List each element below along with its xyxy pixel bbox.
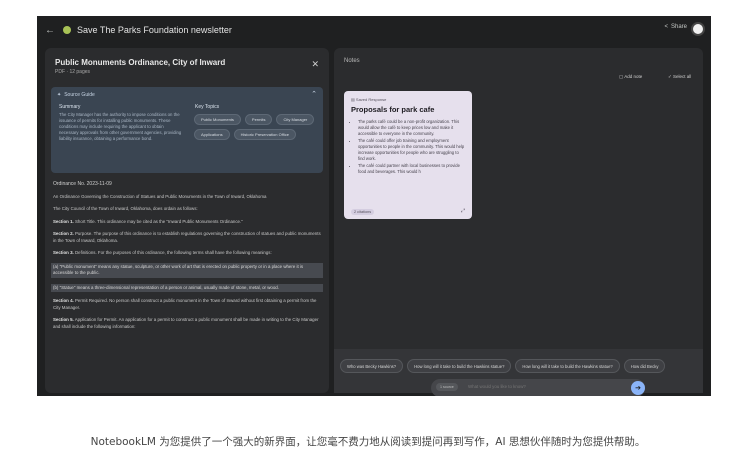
avatar[interactable]	[691, 22, 705, 36]
source-guide-label: Source Guide	[64, 92, 95, 98]
expand-icon[interactable]: ⤢	[461, 208, 465, 214]
topic-chip[interactable]: Applications	[194, 129, 230, 140]
source-panel: Public Monuments Ordinance, City of Inwa…	[45, 48, 329, 393]
source-header: Public Monuments Ordinance, City of Inwa…	[45, 48, 329, 79]
source-paragraph: Section 2. Purpose. The purpose of this …	[53, 231, 321, 243]
suggestions-fade	[663, 359, 695, 373]
notebooklm-screenshot: ← Save The Parks Foundation newsletter <…	[37, 16, 711, 396]
topic-chip[interactable]: Public Monuments	[194, 114, 241, 125]
suggested-questions: Who was Becky Hawkins? How long will it …	[340, 359, 695, 373]
share-icon: <	[664, 24, 668, 30]
notebook-logo-icon	[63, 26, 71, 34]
note-tag-label: Saved Response	[355, 97, 387, 102]
add-note-label: Add note	[624, 74, 643, 79]
close-icon[interactable]: ✕	[311, 59, 319, 70]
notes-label: Notes	[344, 58, 360, 64]
collapse-icon[interactable]: ⌃	[311, 90, 317, 98]
source-count-badge[interactable]: 1 source	[436, 383, 458, 391]
citations-badge[interactable]: 2 citations	[351, 209, 375, 215]
suggested-question[interactable]: How did Becky	[623, 359, 666, 373]
page-caption: NotebookLM 为您提供了一个强大的新界面，让您毫不费力地从阅读到提问再到…	[90, 436, 646, 448]
source-paragraph: Section 5. Application for Permit. An ap…	[53, 317, 319, 329]
note-tag: ▤ Saved Response	[351, 97, 465, 102]
select-all-button[interactable]: ✓ Select all	[668, 74, 691, 80]
note-bullets: The parks café could be a non-profit org…	[351, 119, 465, 175]
source-content: Ordinance No. 2023-11-09 An Ordinance Go…	[45, 181, 329, 330]
source-paragraph: Section 4. Permit Required. No person sh…	[53, 298, 317, 310]
back-arrow-icon[interactable]: ←	[45, 25, 59, 36]
chat-bar: Who was Becky Hawkins? How long will it …	[334, 349, 703, 396]
chat-input-row: 1 source ➔	[431, 379, 645, 396]
key-topics-label: Key Topics	[195, 104, 220, 110]
share-button[interactable]: < Share	[664, 24, 687, 30]
topic-chip[interactable]: City Manager	[276, 114, 315, 125]
source-title: Public Monuments Ordinance, City of Inwa…	[55, 58, 226, 67]
suggested-question[interactable]: Who was Becky Hawkins?	[340, 359, 404, 373]
topic-chip[interactable]: Historic Preservation Office	[233, 129, 296, 140]
saved-response-icon: ▤	[351, 97, 355, 102]
note-fade	[344, 186, 472, 208]
chat-input[interactable]	[468, 384, 618, 389]
suggested-question[interactable]: How long will it take to build the Hawki…	[515, 359, 620, 373]
note-bullet: The café could offer job training and em…	[358, 138, 465, 162]
source-paragraph: Ordinance No. 2023-11-09	[53, 181, 112, 187]
source-meta: PDF · 12 pages	[55, 69, 91, 75]
source-paragraph: Section 3. Definitions. For the purposes…	[53, 250, 272, 255]
share-label: Share	[670, 24, 687, 30]
send-button[interactable]: ➔	[631, 381, 645, 395]
source-paragraph: The City Council of the Town of Inward, …	[53, 206, 198, 211]
highlighted-paragraph: (b) "Statue" means a three-dimensional r…	[51, 283, 323, 292]
sparkle-icon: ✦	[57, 92, 62, 98]
summary-label: Summary	[59, 104, 81, 110]
top-bar: ← Save The Parks Foundation newsletter <…	[37, 16, 711, 44]
send-arrow-icon: ➔	[635, 385, 641, 392]
note-title: Proposals for park cafe	[351, 105, 435, 114]
add-note-button[interactable]: ▢ Add note	[619, 74, 642, 80]
key-topics: Public Monuments Permits City Manager Ap…	[194, 114, 322, 140]
source-paragraph: An Ordinance Governing the Construction …	[53, 193, 267, 199]
note-bullet: The café could partner with local busine…	[358, 163, 465, 175]
summary-text: The City Manager has the authority to im…	[59, 112, 182, 141]
topic-chip[interactable]: Permits	[244, 114, 273, 125]
note-bullet: The parks café could be a non-profit org…	[358, 119, 465, 137]
suggested-question[interactable]: How long will it take to build the Hawki…	[407, 359, 512, 373]
note-card[interactable]: ▤ Saved Response Proposals for park cafe…	[344, 91, 472, 219]
highlighted-paragraph: (a) "Public monument" means any statue, …	[51, 262, 323, 278]
source-guide-header[interactable]: ✦ Source Guide	[57, 92, 317, 98]
notebook-title[interactable]: Save The Parks Foundation newsletter	[77, 25, 232, 35]
add-note-icon: ▢	[619, 74, 624, 79]
select-all-label: Select all	[673, 74, 692, 79]
source-paragraph: Section 1. Short Title. This ordinance m…	[53, 218, 243, 224]
source-guide: ✦ Source Guide ⌃ Summary The City Manage…	[51, 87, 323, 173]
